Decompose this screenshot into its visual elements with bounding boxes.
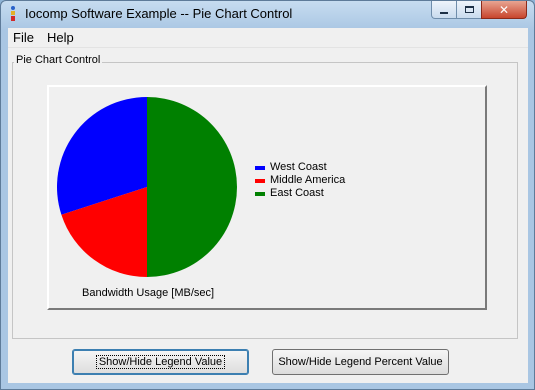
legend-label-west-coast: West Coast	[270, 161, 327, 173]
minimize-button[interactable]	[431, 1, 457, 19]
title-bar[interactable]: Iocomp Software Example -- Pie Chart Con…	[1, 1, 534, 27]
maximize-icon	[464, 6, 474, 13]
maximize-button[interactable]	[456, 1, 482, 19]
legend-swatch-west-coast	[255, 166, 265, 170]
pie-chart: West CoastMiddle AmericaEast Coast Bandwi…	[56, 97, 346, 299]
client-area: Pie Chart Control West Coast Middle Ameri…	[8, 48, 528, 383]
group-label: Pie Chart Control	[14, 54, 103, 66]
menu-file[interactable]: File	[13, 30, 34, 45]
toggle-legend-value-button[interactable]: Show/Hide Legend Value	[72, 349, 249, 375]
pie-slice-east-coast	[147, 97, 237, 277]
close-icon: ✕	[498, 2, 510, 17]
chart-title: Bandwidth Usage [MB/sec]	[82, 287, 214, 299]
close-button[interactable]: ✕	[481, 1, 527, 19]
window-title: Iocomp Software Example -- Pie Chart Con…	[25, 6, 293, 21]
menu-help[interactable]: Help	[47, 30, 74, 45]
legend-swatch-east-coast	[255, 192, 265, 196]
minimize-icon	[440, 11, 448, 14]
menu-bar: File Help	[8, 28, 528, 48]
pie-chart-control[interactable]: West Coast Middle America East Coast Bandwi…	[47, 85, 487, 310]
legend-label-middle-america: Middle America	[270, 174, 346, 186]
legend-swatch-middle-america	[255, 179, 265, 183]
toggle-legend-percent-label: Show/Hide Legend Percent Value	[278, 356, 443, 368]
toggle-legend-percent-button[interactable]: Show/Hide Legend Percent Value	[272, 349, 449, 375]
app-icon	[10, 6, 16, 21]
toggle-legend-value-label: Show/Hide Legend Value	[95, 355, 226, 369]
main-window: Iocomp Software Example -- Pie Chart Con…	[0, 0, 535, 390]
legend-label-east-coast: East Coast	[270, 187, 324, 199]
